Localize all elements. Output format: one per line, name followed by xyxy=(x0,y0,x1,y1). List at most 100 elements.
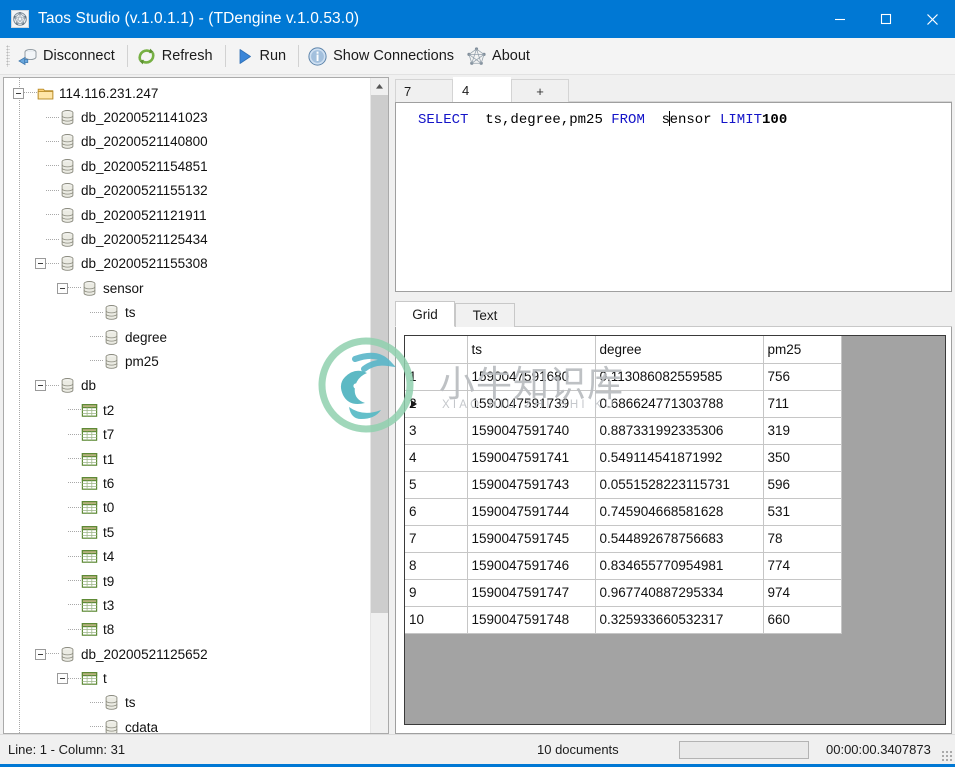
table-row[interactable]: 9 1590047591747 0.967740887295334 974 xyxy=(405,579,842,607)
pm25-cell[interactable]: 756 xyxy=(763,363,842,391)
pm25-cell[interactable]: 660 xyxy=(763,606,842,634)
degree-cell[interactable]: 0.887331992335306 xyxy=(595,417,764,445)
degree-cell[interactable]: 0.834655770954981 xyxy=(595,552,764,580)
pm25-cell[interactable]: 350 xyxy=(763,444,842,472)
degree-cell[interactable]: 0.745904668581628 xyxy=(595,498,764,526)
minimize-icon[interactable] xyxy=(817,0,863,38)
maximize-icon[interactable] xyxy=(863,0,909,38)
toolbar-grip[interactable] xyxy=(6,45,10,67)
chevron-up-icon[interactable] xyxy=(371,78,388,95)
tree-node-t1[interactable]: t1 xyxy=(4,447,370,471)
row-number-cell[interactable]: 6 xyxy=(405,498,468,526)
tree-expander[interactable] xyxy=(35,380,46,392)
pm25-cell[interactable]: 531 xyxy=(763,498,842,526)
degree-cell[interactable]: 0.113086082559585 xyxy=(595,363,764,391)
tree-node-db_20200521154851[interactable]: db_20200521154851 xyxy=(4,154,370,178)
tree-scrollbar[interactable] xyxy=(370,78,388,733)
ts-cell[interactable]: 1590047591747 xyxy=(467,579,596,607)
tree-node-t9[interactable]: t9 xyxy=(4,569,370,593)
tree-node-db_20200521141023[interactable]: db_20200521141023 xyxy=(4,105,370,129)
tree-scrollbar-thumb[interactable] xyxy=(371,95,388,613)
degree-cell[interactable]: 0.0551528223115731 xyxy=(595,471,764,499)
new-editor-tab-button[interactable]: + xyxy=(511,79,569,102)
row-number-cell[interactable]: 5 xyxy=(405,471,468,499)
row-number-cell[interactable]: 8 xyxy=(405,552,468,580)
tree-node-pm25[interactable]: pm25 xyxy=(4,349,370,373)
table-row[interactable]: 2 1590047591739 0.686624771303788 711 xyxy=(405,390,842,418)
degree-cell[interactable]: 0.549114541871992 xyxy=(595,444,764,472)
table-row[interactable]: 4 1590047591741 0.549114541871992 350 xyxy=(405,444,842,472)
tree-node-t6[interactable]: t6 xyxy=(4,471,370,495)
column-header-pm25[interactable]: pm25 xyxy=(763,336,842,364)
row-number-cell[interactable]: 7 xyxy=(405,525,468,553)
tree-node-db_20200521155308[interactable]: db_20200521155308 xyxy=(4,252,370,276)
row-number-cell[interactable]: 1 xyxy=(405,363,468,391)
tree-node-114.116.231.247[interactable]: 114.116.231.247 xyxy=(4,81,370,105)
pm25-cell[interactable]: 711 xyxy=(763,390,842,418)
column-header-ts[interactable]: ts xyxy=(467,336,596,364)
row-number-cell[interactable]: 4 xyxy=(405,444,468,472)
tree-node-t[interactable]: t xyxy=(4,666,370,690)
tree-scrollbar-track[interactable] xyxy=(371,95,388,733)
degree-cell[interactable]: 0.967740887295334 xyxy=(595,579,764,607)
editor-tab-7[interactable]: 7 xyxy=(395,79,453,102)
ts-cell[interactable]: 1590047591740 xyxy=(467,417,596,445)
table-row[interactable]: 3 1590047591740 0.887331992335306 319 xyxy=(405,417,842,445)
results-grid[interactable]: ts degree pm25 1 1590047591680 0.11308608255… xyxy=(404,335,946,725)
table-row[interactable]: 1 1590047591680 0.113086082559585 756 xyxy=(405,363,842,391)
table-row[interactable]: 8 1590047591746 0.834655770954981 774 xyxy=(405,552,842,580)
pm25-cell[interactable]: 774 xyxy=(763,552,842,580)
tree-expander[interactable] xyxy=(57,282,68,294)
pm25-cell[interactable]: 78 xyxy=(763,525,842,553)
ts-cell[interactable]: 1590047591746 xyxy=(467,552,596,580)
tree-node-t3[interactable]: t3 xyxy=(4,593,370,617)
tree-node-ts[interactable]: ts xyxy=(4,301,370,325)
table-row[interactable]: 6 1590047591744 0.745904668581628 531 xyxy=(405,498,842,526)
pm25-cell[interactable]: 596 xyxy=(763,471,842,499)
results-table[interactable]: ts degree pm25 1 1590047591680 0.11308608255… xyxy=(405,336,842,634)
table-row[interactable]: 7 1590047591745 0.544892678756683 78 xyxy=(405,525,842,553)
tree-node-ts[interactable]: ts xyxy=(4,691,370,715)
tree-node-t0[interactable]: t0 xyxy=(4,496,370,520)
resize-grip[interactable] xyxy=(941,750,952,761)
ts-cell[interactable]: 1590047591745 xyxy=(467,525,596,553)
tree-expander[interactable] xyxy=(35,258,46,270)
tree-node-t2[interactable]: t2 xyxy=(4,398,370,422)
tree-node-t7[interactable]: t7 xyxy=(4,422,370,446)
row-indicator-header[interactable] xyxy=(405,336,468,364)
object-tree[interactable]: 114.116.231.247 db_20200521141023 db_20200… xyxy=(4,78,370,733)
tree-node-db_20200521125652[interactable]: db_20200521125652 xyxy=(4,642,370,666)
tree-node-t8[interactable]: t8 xyxy=(4,618,370,642)
close-icon[interactable] xyxy=(909,0,955,38)
ts-cell[interactable]: 1590047591748 xyxy=(467,606,596,634)
ts-cell[interactable]: 1590047591743 xyxy=(467,471,596,499)
tree-node-db_20200521140800[interactable]: db_20200521140800 xyxy=(4,130,370,154)
editor-tab-4[interactable]: 4 xyxy=(453,77,511,102)
tree-node-db_20200521155132[interactable]: db_20200521155132 xyxy=(4,179,370,203)
refresh-button[interactable]: Refresh xyxy=(132,41,221,71)
table-row[interactable]: 5 1590047591743 0.0551528223115731 596 xyxy=(405,471,842,499)
results-table-body[interactable]: 1 1590047591680 0.113086082559585 756 2 15900… xyxy=(405,363,842,634)
run-button[interactable]: Run xyxy=(230,41,295,71)
ts-cell[interactable]: 1590047591741 xyxy=(467,444,596,472)
sql-editor[interactable]: SELECT ts,degree,pm25 FROM sensor LIMIT1… xyxy=(395,102,952,292)
ts-cell[interactable]: 1590047591739 xyxy=(467,390,596,418)
tree-node-t4[interactable]: t4 xyxy=(4,544,370,568)
about-button[interactable]: About xyxy=(462,41,538,71)
row-number-cell[interactable]: 9 xyxy=(405,579,468,607)
ts-cell[interactable]: 1590047591680 xyxy=(467,363,596,391)
tree-node-cdata[interactable]: cdata xyxy=(4,715,370,733)
show-connections-button[interactable]: Show Connections xyxy=(303,41,462,71)
degree-cell[interactable]: 0.325933660532317 xyxy=(595,606,764,634)
tree-node-sensor[interactable]: sensor xyxy=(4,276,370,300)
tree-node-t5[interactable]: t5 xyxy=(4,520,370,544)
degree-cell[interactable]: 0.686624771303788 xyxy=(595,390,764,418)
tree-node-db_20200521125434[interactable]: db_20200521125434 xyxy=(4,227,370,251)
column-header-degree[interactable]: degree xyxy=(595,336,764,364)
tree-expander[interactable] xyxy=(13,87,24,99)
tree-node-db[interactable]: db xyxy=(4,374,370,398)
row-number-cell[interactable]: 10 xyxy=(405,606,468,634)
tree-node-db_20200521121911[interactable]: db_20200521121911 xyxy=(4,203,370,227)
disconnect-button[interactable]: Disconnect xyxy=(13,41,123,71)
tree-node-degree[interactable]: degree xyxy=(4,325,370,349)
